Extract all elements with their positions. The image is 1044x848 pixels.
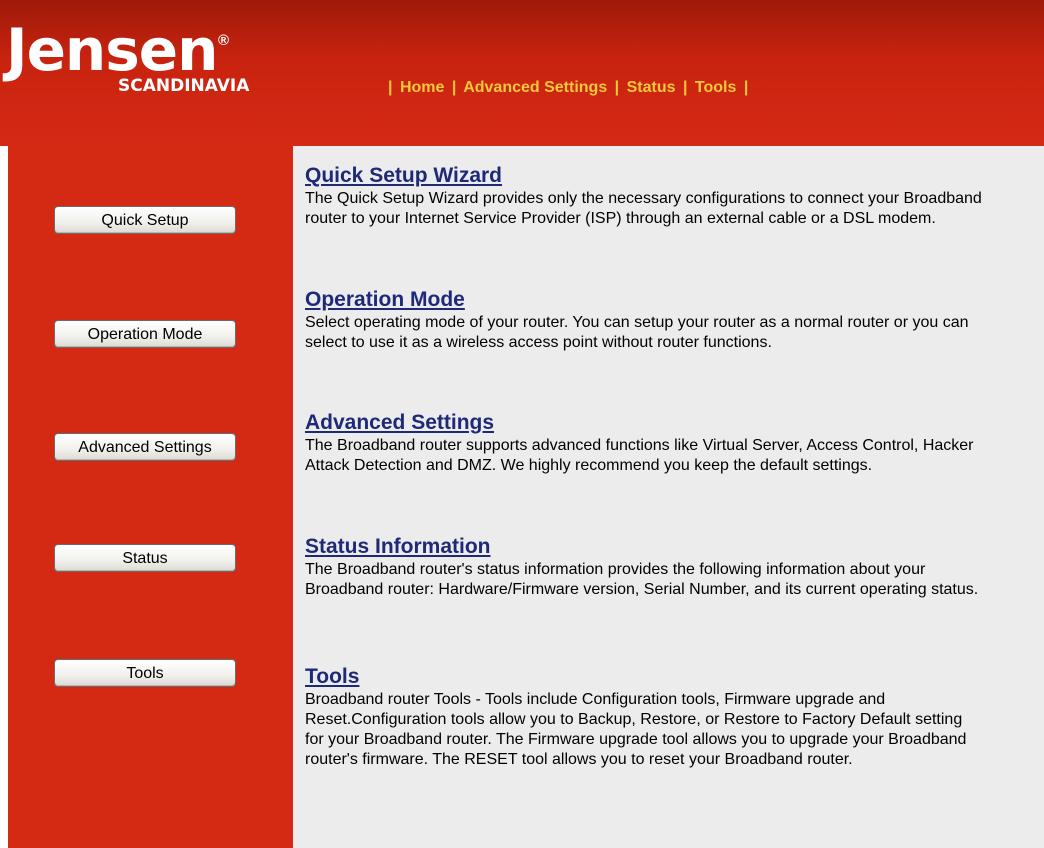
logo-brand-text: Jensen [6,16,218,84]
jensen-logo: Jensen ® SCANDINAVIA [6,16,296,112]
section-description: The Broadband router supports advanced f… [305,437,974,474]
quick-setup-button[interactable]: Quick Setup [54,206,236,234]
logo-registered-mark: ® [218,32,230,49]
section-status-information: Status Information The Broadband router'… [305,535,1005,600]
section-description: Broadband router Tools - Tools include C… [305,691,967,768]
section-description: The Quick Setup Wizard provides only the… [305,190,982,227]
nav-link-home[interactable]: Home [400,79,444,96]
section-title-link[interactable]: Quick Setup Wizard [305,164,502,188]
section-advanced-settings: Advanced Settings The Broadband router s… [305,411,1005,476]
nav-separator: | [682,79,688,96]
sidebar: Quick Setup Operation Mode Advanced Sett… [8,146,293,848]
operation-mode-button[interactable]: Operation Mode [54,320,236,348]
nav-link-advanced-settings[interactable]: Advanced Settings [463,79,607,96]
section-title-link[interactable]: Advanced Settings [305,411,494,435]
section-quick-setup-wizard: Quick Setup Wizard The Quick Setup Wizar… [305,164,1005,229]
tools-button[interactable]: Tools [54,659,236,687]
header-bar: Jensen ® SCANDINAVIA | Home | Advanced S… [0,0,1044,146]
nav-separator: | [388,79,393,96]
advanced-settings-button[interactable]: Advanced Settings [54,433,236,461]
logo-subtitle: SCANDINAVIA [118,76,250,96]
section-operation-mode: Operation Mode Select operating mode of … [305,288,1005,353]
nav-separator: | [743,79,749,96]
section-description: The Broadband router's status informatio… [305,561,979,598]
section-title-link[interactable]: Tools [305,665,359,689]
main-content: Quick Setup Wizard The Quick Setup Wizar… [293,146,1044,848]
nav-separator: | [614,79,620,96]
section-description: Select operating mode of your router. Yo… [305,314,969,351]
top-navigation: | Home | Advanced Settings | Status | To… [385,79,751,97]
nav-link-status[interactable]: Status [627,79,676,96]
nav-separator: | [451,79,457,96]
router-admin-page: Jensen ® SCANDINAVIA | Home | Advanced S… [0,0,1044,848]
section-tools: Tools Broadband router Tools - Tools inc… [305,665,1005,770]
status-button[interactable]: Status [54,544,236,572]
section-title-link[interactable]: Status Information [305,535,491,559]
nav-link-tools[interactable]: Tools [695,79,736,96]
section-title-link[interactable]: Operation Mode [305,288,465,312]
